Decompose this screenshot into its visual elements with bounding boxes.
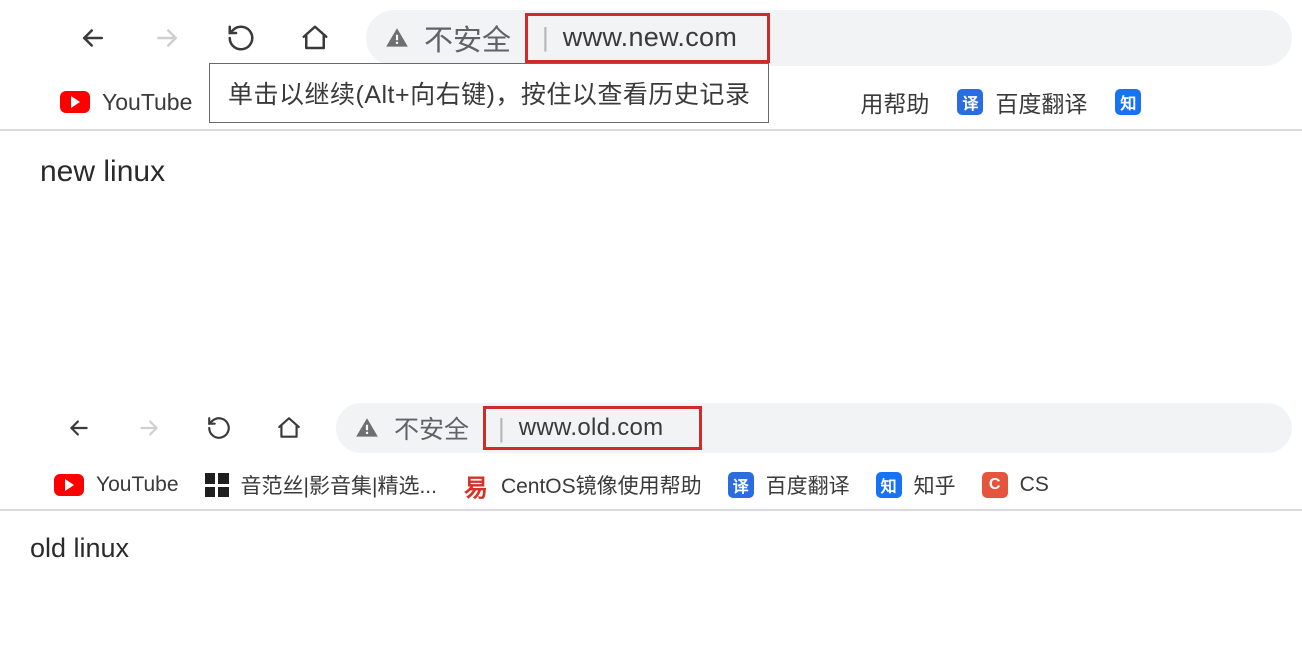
insecure-label: 不安全 (394, 410, 469, 446)
bookmark-label: CentOS镜像使用帮助 (501, 470, 702, 500)
centos-favicon-icon: 易 (463, 472, 489, 498)
translate-icon: 译 (728, 472, 754, 498)
url-text: www.old.com (519, 414, 664, 442)
bookmark-centos[interactable]: 易 CentOS镜像使用帮助 (463, 470, 702, 500)
bookmark-youtube[interactable]: YouTube (54, 473, 179, 497)
arrow-left-icon (78, 23, 108, 53)
page-content: old linux (0, 511, 1302, 586)
bookmark-label: 百度翻译 (995, 85, 1087, 119)
reload-button[interactable] (196, 405, 242, 451)
page-body-text: old linux (30, 533, 129, 563)
home-button[interactable] (266, 405, 312, 451)
arrow-right-icon (152, 23, 182, 53)
address-bar[interactable]: 不安全 | www.new.com (366, 10, 1292, 66)
browser-window-new: 不安全 | www.new.com YouTube 单击以继续(Alt+向右键)… (0, 0, 1302, 395)
bookmark-baidu-fanyi[interactable]: 译 百度翻译 (957, 85, 1087, 119)
url-separator: | (542, 22, 549, 53)
translate-icon: 译 (957, 89, 983, 115)
bookmark-yinfansi[interactable]: 音范丝|影音集|精选... (205, 470, 437, 500)
reload-icon (226, 23, 256, 53)
arrow-left-icon (66, 415, 92, 441)
arrow-right-icon (136, 415, 162, 441)
page-body-text: new linux (40, 155, 165, 188)
bookmark-label: 知乎 (914, 470, 956, 500)
reload-icon (206, 415, 232, 441)
browser-window-old: 不安全 | www.old.com YouTube 音范丝|影音集|精选... … (0, 395, 1302, 586)
bookmark-youtube[interactable]: YouTube (60, 89, 192, 116)
bookmark-csdn[interactable]: C CS (982, 472, 1049, 498)
back-button[interactable] (70, 15, 116, 61)
bookmark-label: 百度翻译 (766, 470, 850, 500)
url-highlight: | www.new.com (525, 13, 770, 63)
bookmark-zhihu[interactable]: 知 (1115, 89, 1141, 115)
toolbar: 不安全 | www.old.com (0, 395, 1302, 461)
zhihu-icon: 知 (1115, 89, 1141, 115)
bookmarks-bar: YouTube 音范丝|影音集|精选... 易 CentOS镜像使用帮助 译 百… (0, 461, 1302, 511)
forward-button-tooltip: 单击以继续(Alt+向右键)，按住以查看历史记录 (209, 63, 769, 123)
reload-button[interactable] (218, 15, 264, 61)
back-button[interactable] (56, 405, 102, 451)
home-icon (300, 23, 330, 53)
bookmark-label: YouTube (102, 89, 192, 116)
home-icon (276, 415, 302, 441)
address-bar[interactable]: 不安全 | www.old.com (336, 403, 1292, 453)
bookmark-centos-partial[interactable]: 用帮助 (860, 85, 929, 119)
forward-button[interactable] (144, 15, 190, 61)
bookmark-label: YouTube (96, 473, 179, 497)
bookmark-label: CS (1020, 473, 1049, 497)
grid-icon (205, 473, 229, 497)
bookmark-label: 用帮助 (860, 85, 929, 119)
page-content: new linux (0, 131, 1302, 213)
home-button[interactable] (292, 15, 338, 61)
bookmark-baidu-fanyi[interactable]: 译 百度翻译 (728, 470, 850, 500)
insecure-warning-icon (354, 415, 380, 441)
bookmark-zhihu[interactable]: 知 知乎 (876, 470, 956, 500)
url-highlight: | www.old.com (483, 406, 702, 450)
insecure-label: 不安全 (424, 17, 511, 59)
url-separator: | (498, 413, 505, 444)
bookmark-label: 音范丝|影音集|精选... (241, 470, 437, 500)
tooltip-text: 单击以继续(Alt+向右键)，按住以查看历史记录 (228, 75, 750, 111)
zhihu-icon: 知 (876, 472, 902, 498)
bookmarks-bar: YouTube 单击以继续(Alt+向右键)，按住以查看历史记录 用帮助 译 百… (0, 75, 1302, 131)
forward-button[interactable] (126, 405, 172, 451)
youtube-icon (60, 91, 90, 113)
insecure-warning-icon (384, 25, 410, 51)
youtube-icon (54, 474, 84, 496)
csdn-icon: C (982, 472, 1008, 498)
url-text: www.new.com (563, 22, 737, 53)
